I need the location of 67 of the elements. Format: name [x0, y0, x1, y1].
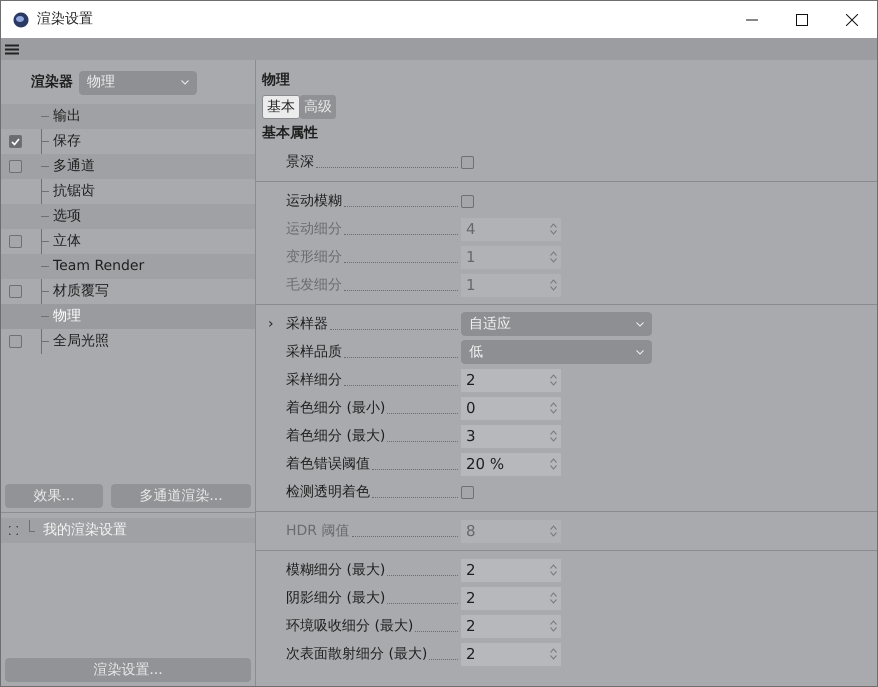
checkbox[interactable] — [9, 160, 22, 173]
number-field[interactable]: 2 — [461, 368, 561, 392]
tree-item[interactable]: 多通道 — [53, 156, 95, 177]
tree-item[interactable]: 材质覆写 — [53, 281, 109, 302]
field-label: 次表面散射细分 (最大) — [286, 644, 428, 664]
spinner-icon — [550, 648, 557, 660]
field-label: 运动模糊 — [286, 192, 342, 210]
field-label: 景深 — [286, 152, 314, 172]
spinner-icon — [550, 592, 557, 604]
spinner-icon — [550, 279, 557, 291]
expand-toggle[interactable]: › — [262, 314, 286, 334]
field-label: 检测透明着色 — [286, 482, 370, 502]
field-label: 运动细分 — [286, 220, 342, 238]
number-field[interactable]: 0 — [461, 396, 561, 420]
tree-item[interactable]: 输出 — [53, 106, 81, 127]
number-field[interactable]: 2 — [461, 642, 561, 666]
menu-icon[interactable] — [5, 44, 19, 54]
spinner-icon — [550, 430, 557, 442]
field-label: 变形细分 — [286, 248, 342, 266]
field-label: 采样细分 — [286, 370, 342, 390]
close-icon — [846, 14, 858, 26]
field-label: 阴影细分 (最大) — [286, 588, 386, 608]
tree-item[interactable]: 选项 — [53, 206, 81, 227]
caret-icon — [636, 322, 644, 326]
checkbox[interactable] — [9, 335, 22, 348]
caret-icon — [636, 350, 644, 354]
spinner-icon — [550, 525, 557, 537]
renderer-label: 渲染器 — [31, 72, 73, 92]
spinner-icon — [550, 251, 557, 263]
checkbox[interactable] — [461, 156, 474, 168]
checkbox[interactable] — [461, 194, 474, 208]
field-label: 毛发细分 — [286, 276, 342, 294]
field-label: 着色错误阈值 — [286, 454, 370, 474]
spinner-icon — [550, 620, 557, 632]
section-heading: 基本属性 — [262, 124, 319, 143]
number-field[interactable]: 20 % — [461, 452, 561, 476]
tree-item[interactable]: 抗锯齿 — [53, 181, 95, 202]
field-label: HDR 阈值 — [286, 522, 350, 540]
checkbox[interactable] — [9, 135, 22, 148]
spinner-icon — [550, 374, 557, 386]
number-field[interactable]: 2 — [461, 586, 561, 610]
spinner-icon — [550, 458, 557, 470]
maximize-icon — [796, 14, 808, 26]
caret-icon — [181, 80, 189, 85]
app-logo-icon — [13, 12, 29, 28]
field-label: 着色细分 (最小) — [286, 398, 386, 418]
field-label: 模糊细分 (最大) — [286, 560, 386, 580]
number-field[interactable]: 3 — [461, 424, 561, 448]
spinner-icon — [550, 223, 557, 235]
target-icon — [9, 526, 18, 535]
panel-title: 物理 — [262, 71, 291, 90]
field-label: 环境吸收细分 (最大) — [286, 616, 414, 636]
checkbox[interactable] — [9, 285, 22, 298]
checkbox[interactable] — [461, 486, 474, 498]
field-label: 采样品质 — [286, 342, 342, 362]
field-label: 着色细分 (最大) — [286, 426, 386, 446]
checkbox[interactable] — [9, 235, 22, 248]
spinner-icon — [550, 402, 557, 414]
window-title: 渲染设置 — [37, 10, 93, 29]
tree-item[interactable]: 全局光照 — [53, 331, 109, 352]
tree-item[interactable]: 立体 — [53, 231, 81, 252]
spinner-icon — [550, 564, 557, 576]
tree-item[interactable]: 保存 — [53, 131, 81, 152]
field-label: 采样器 — [286, 314, 328, 334]
number-field[interactable]: 2 — [461, 614, 561, 638]
number-field[interactable]: 2 — [461, 558, 561, 582]
tab[interactable]: 基本 — [262, 95, 300, 119]
